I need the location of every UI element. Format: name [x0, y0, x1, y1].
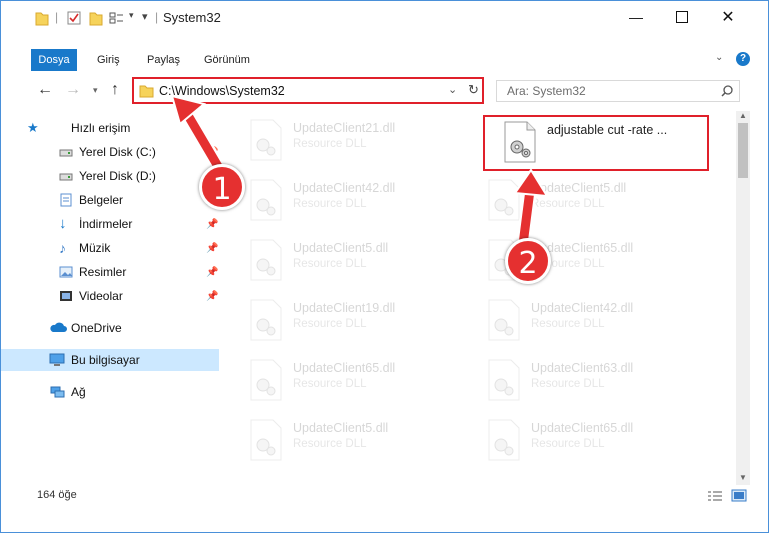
callout-badge-2: 2 [505, 238, 551, 284]
callout-badge-1: 1 [199, 164, 245, 210]
annotation-arrows [170, 94, 549, 259]
